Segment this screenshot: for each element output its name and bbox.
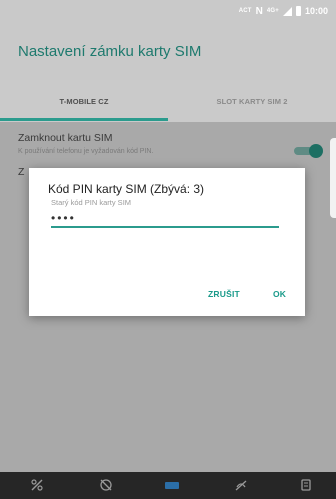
pin-dialog: Kód PIN karty SIM (Zbývá: 3) Starý kód P… bbox=[29, 168, 305, 316]
rotate-off-icon[interactable] bbox=[98, 477, 114, 493]
ok-button[interactable]: OK bbox=[273, 289, 286, 299]
edge-panel-handle[interactable] bbox=[330, 138, 336, 218]
network-label: ACT bbox=[238, 8, 252, 14]
tab-bar: T-MOBILE CZ SLOT KARTY SIM 2 bbox=[0, 80, 336, 122]
dialog-title: Kód PIN karty SIM (Zbývá: 3) bbox=[48, 182, 205, 196]
keyboard-icon[interactable] bbox=[164, 477, 180, 493]
battery-icon bbox=[295, 6, 301, 16]
navigation-bar bbox=[0, 472, 336, 499]
app-bar: Nastavení zámku karty SIM bbox=[0, 22, 336, 80]
keyboard-icon-shape bbox=[165, 481, 179, 489]
lock-sim-toggle[interactable] bbox=[292, 144, 324, 158]
status-bar: ACT N 4G+ 10:00 bbox=[0, 0, 336, 22]
scissors-off-icon[interactable] bbox=[29, 477, 45, 493]
lock-sim-summary: K používání telefonu je vyžadován kód PI… bbox=[18, 148, 154, 155]
lock-sim-title[interactable]: Zamknout kartu SIM bbox=[18, 132, 113, 144]
cancel-button[interactable]: ZRUŠIT bbox=[208, 289, 240, 299]
toggle-thumb bbox=[309, 144, 323, 158]
tab-indicator bbox=[0, 118, 168, 121]
nfc-icon: N bbox=[255, 5, 263, 17]
status-time: 10:00 bbox=[304, 6, 328, 16]
signal-icon bbox=[282, 6, 292, 16]
pin-input[interactable] bbox=[51, 209, 279, 228]
pin-field-hint: Starý kód PIN karty SIM bbox=[51, 198, 132, 207]
tab-slot-sim-2[interactable]: SLOT KARTY SIM 2 bbox=[168, 80, 336, 122]
tab-t-mobile-cz[interactable]: T-MOBILE CZ bbox=[0, 80, 168, 122]
change-pin-title[interactable]: Z bbox=[18, 166, 24, 178]
data-type-label: 4G+ bbox=[266, 8, 279, 14]
clipboard-icon[interactable] bbox=[298, 477, 314, 493]
page-title: Nastavení zámku karty SIM bbox=[18, 43, 202, 60]
dnd-off-icon[interactable] bbox=[233, 477, 249, 493]
status-icons: ACT N 4G+ 10:00 bbox=[239, 5, 328, 17]
